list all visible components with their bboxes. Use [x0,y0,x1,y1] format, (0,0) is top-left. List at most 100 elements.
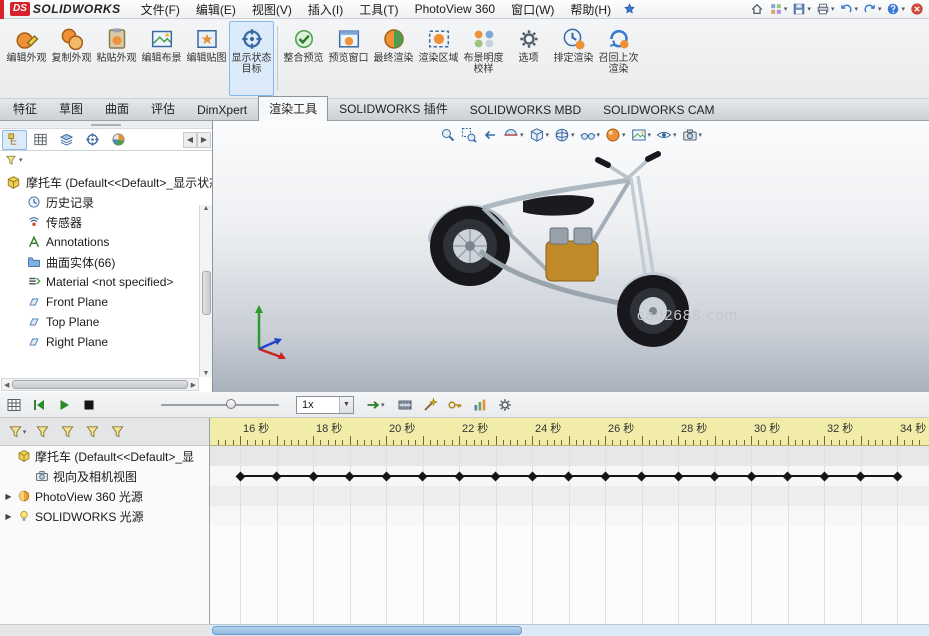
expand-icon[interactable]: ▶ [4,512,13,521]
menu-3[interactable]: 视图(V) [244,0,300,20]
filter-results-button[interactable] [106,422,128,442]
view-orientation-button[interactable]: ▾ [527,126,550,144]
render-region-button[interactable]: 渲染区域 [416,21,461,96]
undo-button[interactable]: ▾ [839,2,858,16]
view-settings-button[interactable]: ▾ [655,126,678,144]
display-state-target-button[interactable]: 显示状态目标 [229,21,274,96]
scroll-right-icon[interactable]: ▶ [191,381,196,389]
tab-9[interactable]: SOLIDWORKS CAM [592,99,725,120]
display-manager-tab[interactable] [106,130,131,150]
menu-8[interactable]: 帮助(H) [562,0,619,20]
chevron-down-icon[interactable]: ▾ [19,156,23,164]
chevron-down-icon[interactable]: ▾ [381,401,385,409]
playback-mode-button[interactable]: ▾ [365,397,385,413]
integrated-preview-button[interactable]: 整合预览 [281,21,326,96]
chevron-down-icon[interactable]: ▾ [901,5,905,13]
home-button[interactable] [750,2,764,16]
chevron-down-icon[interactable]: ▾ [23,428,27,436]
autokey-button[interactable] [444,395,466,415]
copy-appearance-button[interactable]: 复制外观 [49,21,94,96]
tab-2[interactable]: 草图 [48,96,94,120]
feature-manager-tab[interactable] [2,130,27,150]
tab-4[interactable]: 评估 [140,96,186,120]
final-render-button[interactable]: 最终渲染 [371,21,416,96]
simulation-options-button[interactable] [494,395,516,415]
print-button[interactable]: ▾ [816,2,835,16]
chevron-down-icon[interactable]: ▼ [339,397,353,413]
stop-button[interactable] [78,395,100,415]
save-animation-button[interactable] [394,395,416,415]
hscroll-track[interactable] [210,624,929,636]
edit-appearance-button[interactable]: ▾ [604,126,627,144]
tab-6[interactable]: 渲染工具 [258,96,328,121]
previous-view-button[interactable] [481,126,499,144]
tab-8[interactable]: SOLIDWORKS MBD [459,99,592,120]
zoom-area-button[interactable] [460,126,478,144]
chevron-down-icon[interactable]: ▾ [784,5,788,13]
close-button[interactable] [910,2,924,16]
slider-thumb[interactable] [226,399,236,409]
motion-results-button[interactable] [469,395,491,415]
timeline[interactable]: 16 秒18 秒20 秒22 秒24 秒26 秒28 秒30 秒32 秒34 秒 [210,418,929,624]
chevron-down-icon[interactable]: ▾ [545,131,549,139]
chevron-down-icon[interactable]: ▾ [699,131,703,139]
chevron-down-icon[interactable]: ▾ [807,5,811,13]
tree-item[interactable]: Material <not specified> [0,272,212,292]
favorites-star-icon[interactable] [623,3,636,16]
tab-5[interactable]: DimXpert [186,99,258,120]
scroll-left-icon[interactable]: ◀ [4,381,9,389]
motion-tree-item[interactable]: ▶SOLIDWORKS 光源 [0,506,209,526]
motion-tree-item[interactable]: 摩托车 (Default<<Default>_显 [0,446,209,466]
tree-item[interactable]: Front Plane [0,292,212,312]
chevron-down-icon[interactable]: ▾ [673,131,677,139]
scene-proof-button[interactable]: 布景明度校样 [461,21,506,96]
menu-1[interactable]: 文件(F) [133,0,188,20]
animation-wizard-button[interactable] [419,395,441,415]
apply-scene-button[interactable]: ▾ [630,126,653,144]
hscroll-thumb[interactable] [212,626,522,635]
chevron-down-icon[interactable]: ▾ [648,131,652,139]
menu-5[interactable]: 工具(T) [351,0,406,20]
timeline-ruler[interactable]: 16 秒18 秒20 秒22 秒24 秒26 秒28 秒30 秒32 秒34 秒 [210,418,929,446]
filter-button[interactable]: ▾ [6,422,28,442]
tree-item[interactable]: Top Plane [0,312,212,332]
property-manager-tab[interactable] [28,130,53,150]
section-view-button[interactable]: ▾ [502,126,525,144]
motorcycle-model[interactable] [428,146,718,366]
feature-tree-hscrollbar[interactable]: ◀ ▶ [1,378,199,391]
scroll-up-icon[interactable]: ▲ [203,205,210,212]
play-from-start-button[interactable] [28,395,50,415]
chevron-down-icon[interactable]: ▾ [596,131,600,139]
filter-driving-button[interactable] [56,422,78,442]
scroll-left-icon[interactable]: ◀ [183,132,197,148]
tree-root-item[interactable]: 摩托车 (Default<<Default>_显示状态 [0,172,212,192]
display-style-button[interactable]: ▾ [553,126,576,144]
expand-icon[interactable]: ▶ [4,492,13,501]
preview-window-button[interactable]: 预览窗口 [326,21,371,96]
paste-appearance-button[interactable]: 粘贴外观 [94,21,139,96]
menu-4[interactable]: 插入(I) [300,0,351,20]
render-options-button[interactable]: 选项 [506,21,551,96]
vscroll-thumb[interactable] [202,271,211,315]
chevron-down-icon[interactable]: ▾ [571,131,575,139]
edit-decal-button[interactable]: 编辑贴图 [184,21,229,96]
hide-show-items-button[interactable]: ▾ [578,126,601,144]
menu-6[interactable]: PhotoView 360 [407,0,504,18]
tree-item[interactable]: 传感器 [0,212,212,232]
motion-tree-item[interactable]: 视向及相机视图 [0,466,209,486]
feature-tree-vscrollbar[interactable]: ▲ ▼ [199,205,212,377]
redo-button[interactable]: ▾ [863,2,882,16]
graphics-viewport[interactable]: ▾ ▾ ▾ ▾ ▾ ▾ ▾ ▾ [213,121,929,392]
edit-scene-button[interactable]: 编辑布景 [139,21,184,96]
tab-3[interactable]: 曲面 [94,96,140,120]
tab-1[interactable]: 特征 [2,96,48,120]
tree-item[interactable]: Annotations [0,232,212,252]
timebar-slider[interactable] [161,396,279,414]
tree-item[interactable]: 历史记录 [0,192,212,212]
tree-item[interactable]: 曲面实体(66) [0,252,212,272]
play-button[interactable] [53,395,75,415]
dimxpert-manager-tab[interactable] [80,130,105,150]
filter-animated-button[interactable] [31,422,53,442]
save-button[interactable]: ▾ [792,2,811,16]
hscroll-thumb[interactable] [12,380,187,389]
